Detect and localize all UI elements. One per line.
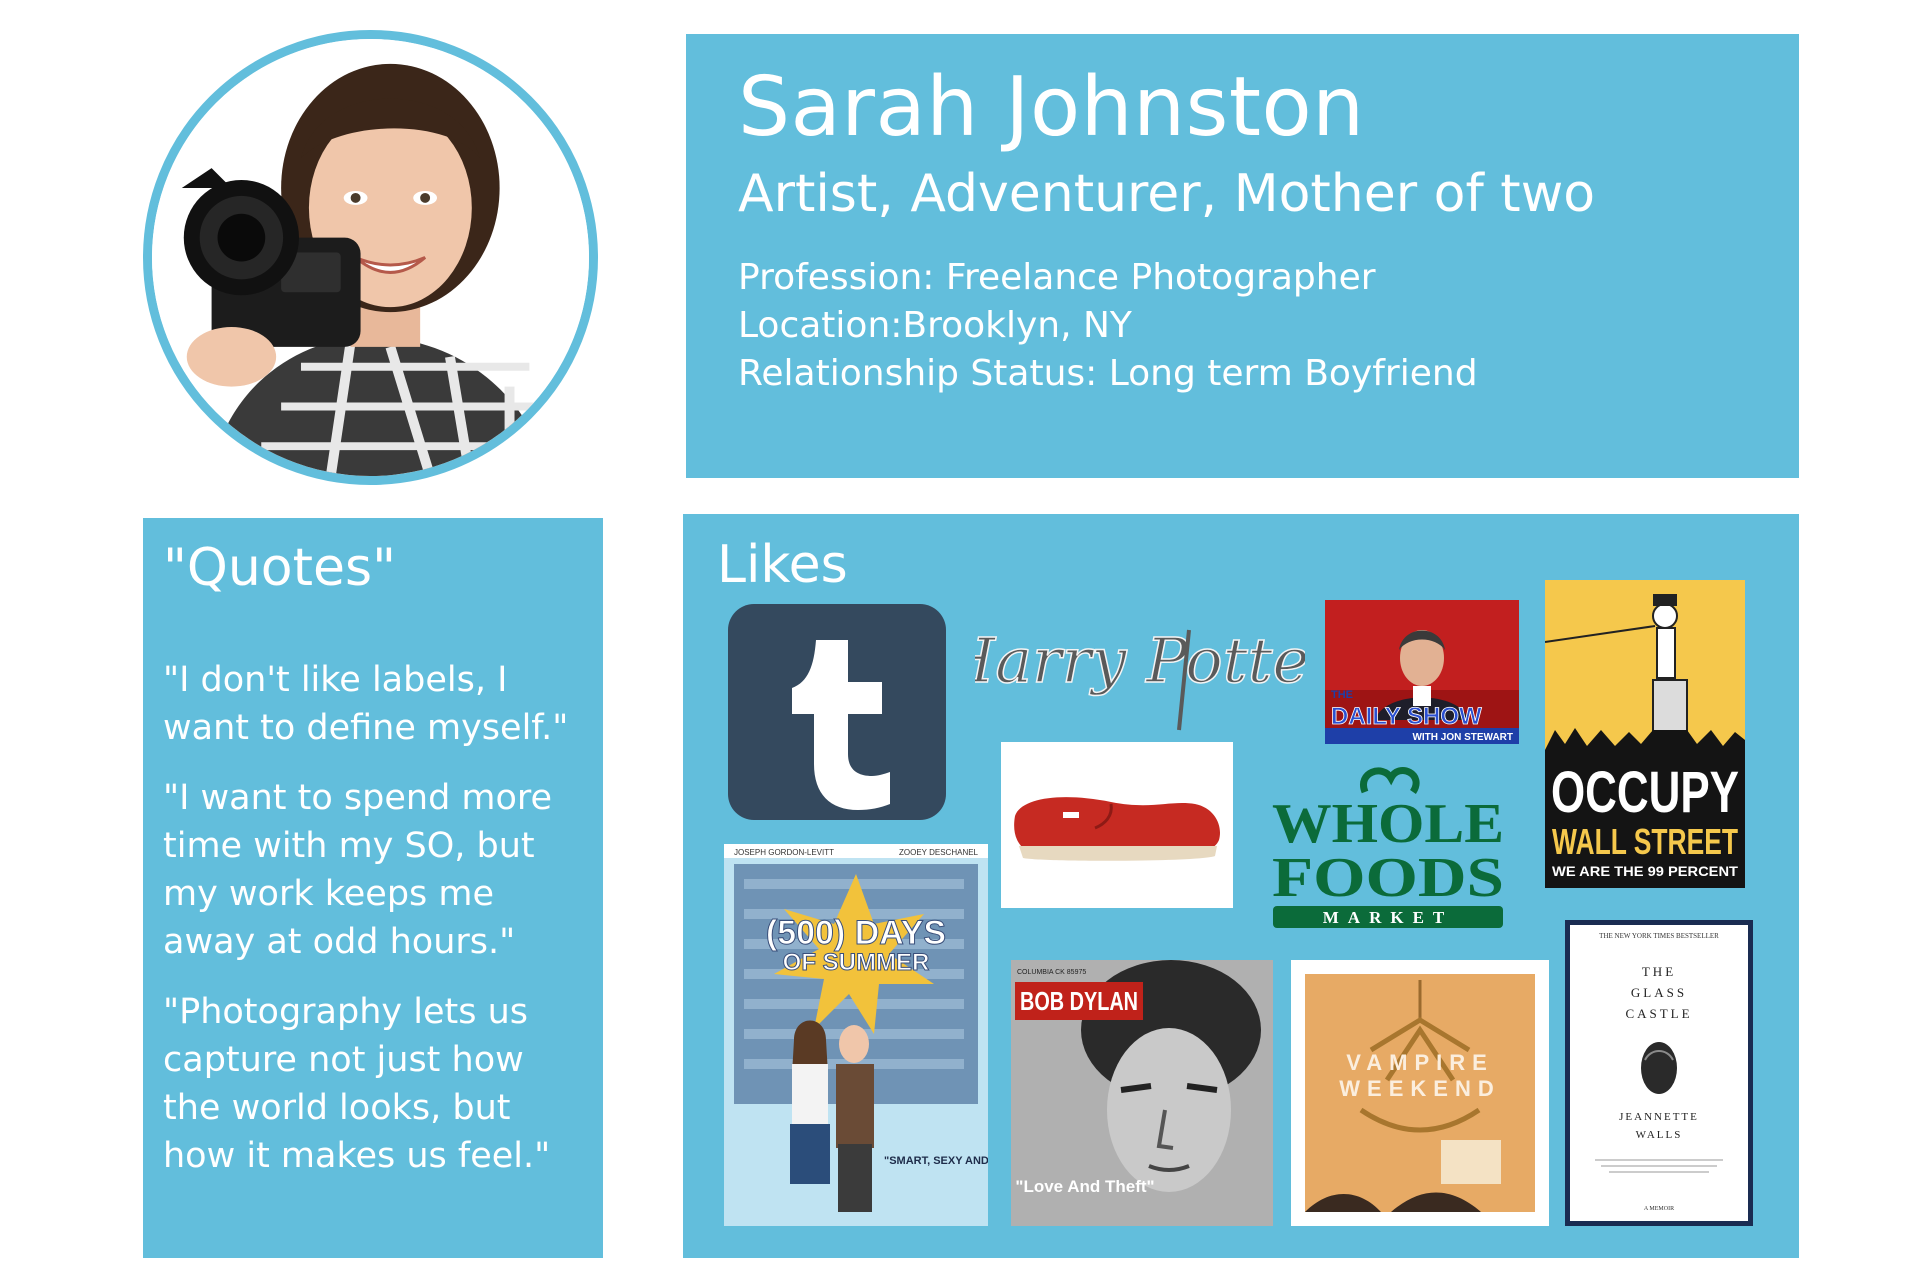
harry-potter-logo: Harry Potter: [975, 590, 1305, 736]
daily-show-title: DAILY SHOW: [1331, 703, 1482, 730]
glass-castle-title-3: CASTLE: [1625, 1006, 1692, 1021]
relationship-detail: Relationship Status: Long term Boyfriend: [738, 353, 1478, 394]
summer-actor-2: ZOOEY DESCHANEL: [899, 848, 979, 857]
whole-foods-line2: FOODS: [1272, 847, 1504, 909]
summer-title-1: (500) DAYS: [766, 914, 946, 952]
daily-show-host: WITH JON STEWART: [1412, 732, 1513, 743]
summer-quote: "SMART, SEXY AND SERIOUSLY FUNNY!": [884, 1155, 988, 1167]
quote-list: "I don't like labels, I want to define m…: [163, 656, 583, 1180]
persona-tagline: Artist, Adventurer, Mother of two: [738, 164, 1596, 224]
occupy-line2: WALL STREET: [1552, 821, 1738, 862]
glass-castle-bestseller: THE NEW YORK TIMES BESTSELLER: [1599, 932, 1719, 940]
glass-castle-title-1: THE: [1642, 964, 1676, 979]
occupy-wall-street-poster: OCCUPY WALL STREET WE ARE THE 99 PERCENT: [1545, 580, 1745, 888]
tumblr-icon: [728, 604, 946, 820]
occupy-line1: OCCUPY: [1551, 760, 1739, 825]
whole-foods-line3: MARKET: [1323, 908, 1454, 927]
occupy-line3: WE ARE THE 99 PERCENT: [1552, 863, 1738, 879]
daily-show-the: THE: [1331, 689, 1353, 701]
dylan-album: "Love And Theft": [1015, 1177, 1154, 1196]
quote-item: "Photography lets us capture not just ho…: [163, 992, 551, 1176]
profession-detail: Profession: Freelance Photographer: [738, 257, 1376, 298]
likes-title: Likes: [717, 535, 848, 595]
glass-castle-subtitle: A MEMOIR: [1644, 1206, 1674, 1212]
persona-details: Profession: Freelance Photographer Locat…: [738, 254, 1799, 398]
glass-castle-title-2: GLASS: [1631, 985, 1687, 1000]
vampire-line1: VAMPIRE: [1346, 1050, 1494, 1075]
profile-photo: [143, 30, 598, 485]
quotes-title: "Quotes": [163, 538, 397, 598]
red-shoe-image: [1001, 742, 1233, 908]
summer-actor-1: JOSEPH GORDON-LEVITT: [734, 848, 834, 857]
likes-panel: Likes Harry Potter THE DAILY SHOW WITH J…: [683, 514, 1799, 1258]
dylan-label: COLUMBIA CK 85975: [1017, 969, 1086, 976]
photographer-portrait-image: [152, 39, 589, 476]
persona-name: Sarah Johnston: [738, 60, 1365, 155]
bob-dylan-album: COLUMBIA CK 85975 BOB DYLAN "Love And Th…: [1011, 960, 1273, 1226]
location-detail: Location:Brooklyn, NY: [738, 305, 1132, 346]
vampire-line2: WEEKEND: [1339, 1076, 1500, 1101]
vampire-weekend-album: VAMPIRE WEEKEND: [1291, 960, 1549, 1226]
persona-header-panel: Sarah Johnston Artist, Adventurer, Mothe…: [686, 34, 1799, 478]
harry-potter-text: Harry Potter: [975, 624, 1305, 697]
daily-show-poster: THE DAILY SHOW WITH JON STEWART: [1325, 600, 1519, 744]
quote-item: "I want to spend more time with my SO, b…: [163, 778, 553, 962]
whole-foods-logo: WHOLE FOODS MARKET: [1265, 762, 1511, 934]
summer-title-2: OF SUMMER: [783, 949, 930, 976]
dylan-artist: BOB DYLAN: [1020, 986, 1138, 1016]
glass-castle-author-2: WALLS: [1636, 1129, 1683, 1141]
whole-foods-line1: WHOLE: [1272, 793, 1504, 855]
quote-item: "I don't like labels, I want to define m…: [163, 660, 569, 748]
tumblr-logo: [728, 604, 946, 820]
glass-castle-author-1: JEANNETTE: [1619, 1111, 1699, 1123]
quotes-panel: "Quotes" "I don't like labels, I want to…: [143, 518, 603, 1258]
500-days-of-summer-poster: JOSEPH GORDON-LEVITT ZOOEY DESCHANEL (50…: [724, 844, 988, 1226]
glass-castle-book: THE NEW YORK TIMES BESTSELLER THE GLASS …: [1565, 920, 1753, 1226]
